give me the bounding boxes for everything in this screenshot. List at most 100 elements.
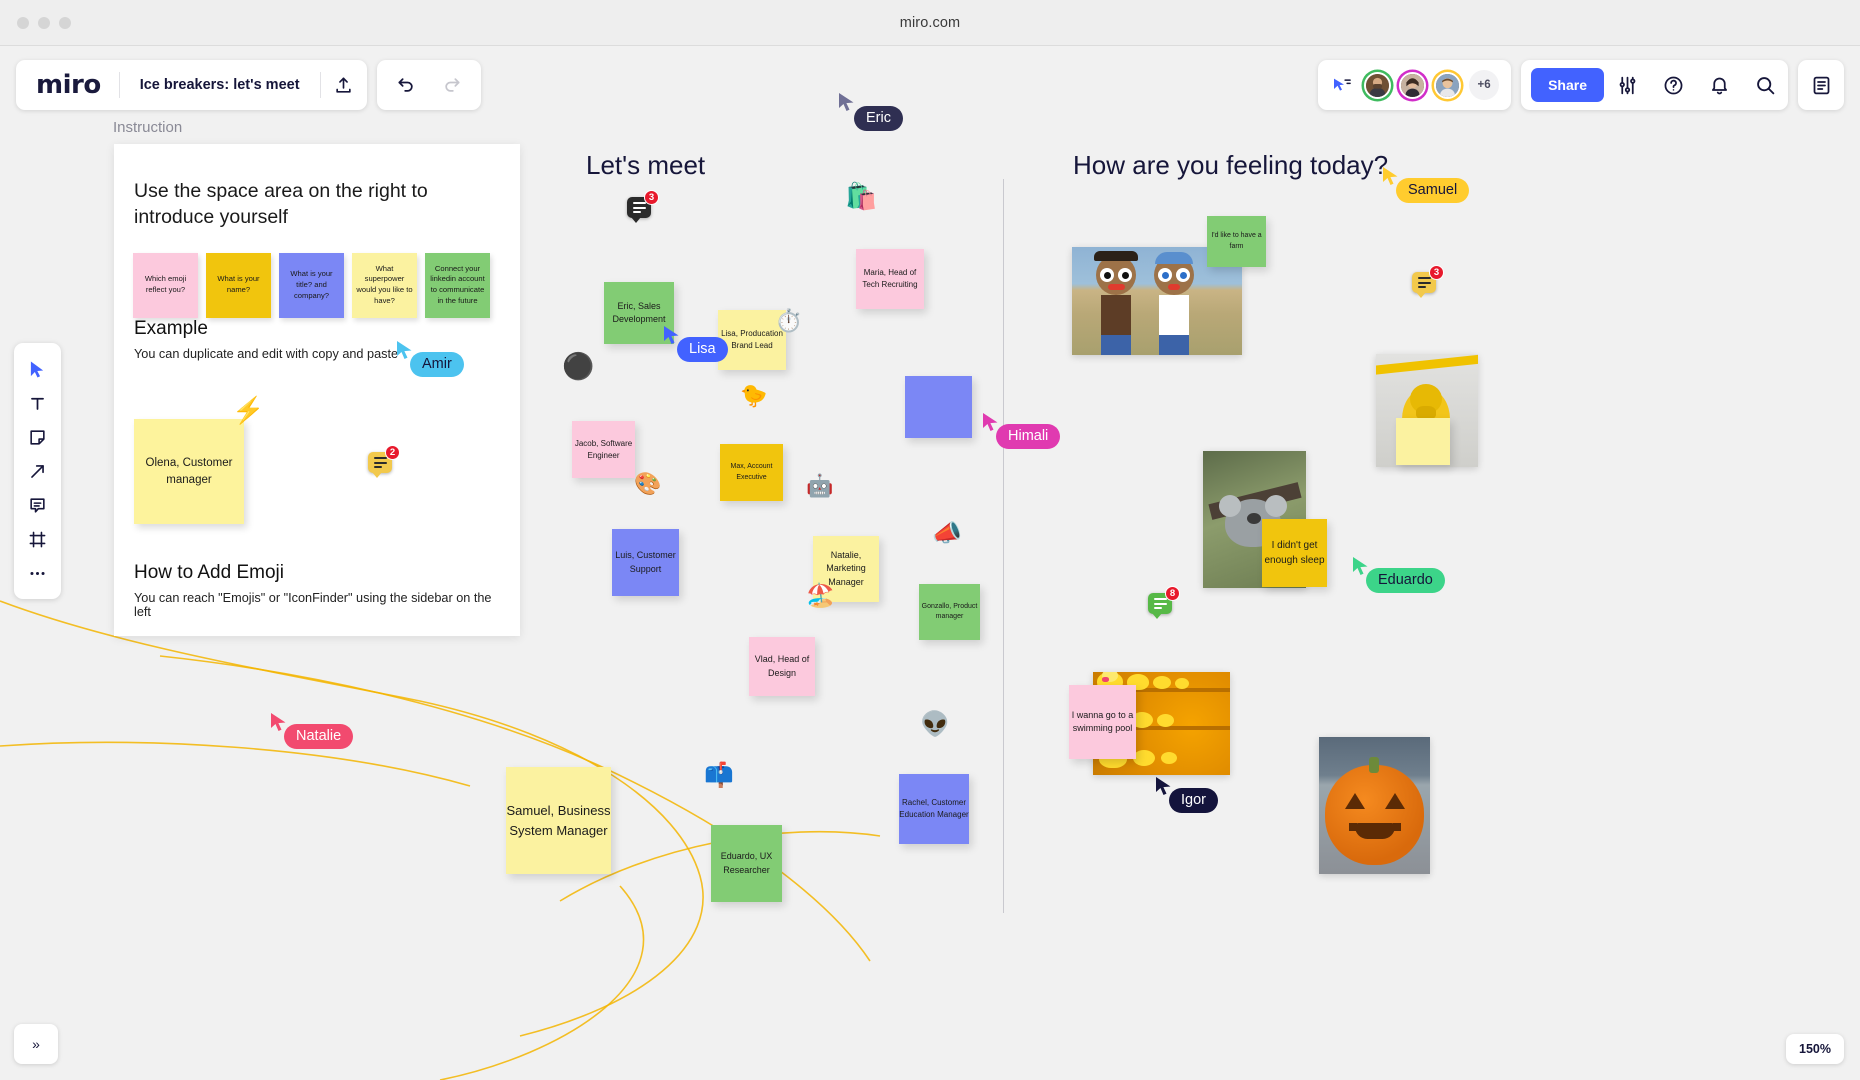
avatar-overflow-count[interactable]: +6 <box>1469 70 1500 100</box>
board-canvas[interactable]: miro Ice breakers: let's meet +6 Share I… <box>0 46 1860 1080</box>
note-gonzalo[interactable]: Gonzallo, Product manager <box>919 584 980 640</box>
note-farm[interactable]: I'd like to have a farm <box>1207 216 1266 267</box>
avatar[interactable] <box>1364 71 1392 99</box>
comment-icon[interactable] <box>14 488 61 522</box>
note-text: I wanna go to a swimming pool <box>1071 709 1134 734</box>
emoji-heading: How to Add Emoji <box>134 562 284 583</box>
instruction-frame[interactable]: Use the space area on the right to intro… <box>114 144 520 636</box>
section-title-lets-meet: Let's meet <box>586 150 706 180</box>
undo-icon[interactable] <box>383 60 429 110</box>
comment-bubble-3b[interactable]: 3 <box>1412 265 1444 298</box>
emoji-subtext: You can reach "Emojis" or "IconFinder" u… <box>134 591 492 619</box>
question-note[interactable]: Connect your linkedin account to communi… <box>425 252 490 318</box>
avatar-stack[interactable]: +6 <box>1318 70 1511 100</box>
text-icon[interactable] <box>14 386 61 420</box>
note-yellow-blank[interactable] <box>1396 418 1450 465</box>
cursor-lisa: Lisa <box>663 325 728 362</box>
note-text: I'd like to have a farm <box>1211 232 1262 250</box>
section-title-feeling: How are you feeling today? <box>1073 150 1389 180</box>
note-text: What superpower would you like to have? <box>356 263 413 305</box>
bell-icon[interactable] <box>1696 60 1742 110</box>
example-heading: Example <box>134 317 208 339</box>
zoom-level-indicator[interactable]: 150% <box>1786 1034 1844 1064</box>
note-text: Eduardo, UX Researcher <box>720 851 773 875</box>
cursor-label: Natalie <box>284 724 354 749</box>
note-text: What is your title? and company? <box>290 268 333 300</box>
cursor-label: Lisa <box>677 337 728 362</box>
note-eduardo[interactable]: Eduardo, UX Researcher <box>711 825 782 902</box>
sliders-icon[interactable] <box>1604 60 1650 110</box>
sticky-note-icon[interactable] <box>14 420 61 454</box>
note-text: Which emoji reflect you? <box>144 274 187 295</box>
frame-label-instruction[interactable]: Instruction <box>113 119 182 136</box>
cursor-label: Eduardo <box>1366 568 1445 593</box>
document-icon[interactable] <box>1798 60 1844 110</box>
note-pool[interactable]: I wanna go to a swimming pool <box>1069 685 1136 759</box>
note-vlad[interactable]: Vlad, Head of Design <box>749 637 815 696</box>
note-text: Jacob, Software Engineer <box>574 438 633 460</box>
browser-chrome: miro.com <box>0 0 1860 46</box>
alien-emoji: 👽 <box>920 711 950 738</box>
note-text: Vlad, Head of Design <box>754 654 810 678</box>
cursor-label: Himali <box>996 424 1061 449</box>
question-note[interactable]: Which emoji reflect you? <box>133 252 198 318</box>
left-toolbar <box>14 343 61 599</box>
note-max[interactable]: Max, Account Executive <box>720 444 783 501</box>
miro-logo[interactable]: miro <box>16 70 119 100</box>
arrow-icon[interactable] <box>14 454 61 488</box>
note-text: Olena, Customer manager <box>145 456 233 486</box>
comment-count: 8 <box>1165 586 1180 601</box>
search-icon[interactable] <box>1742 60 1788 110</box>
cursor-amir: Amir <box>396 340 464 377</box>
url-label: miro.com <box>899 14 961 31</box>
help-circle-icon[interactable] <box>1650 60 1696 110</box>
section-divider <box>1003 179 1004 913</box>
ellipsis-icon[interactable] <box>14 556 61 590</box>
cursor-himali: Himali <box>982 412 1061 449</box>
avatar[interactable] <box>1434 71 1462 99</box>
follow-cursor-icon[interactable] <box>1332 77 1352 93</box>
top-right-bar: +6 Share <box>1318 60 1844 110</box>
black-circle-emoji: ⚫ <box>562 351 595 381</box>
note-sleep[interactable]: I didn't get enough sleep <box>1262 519 1327 587</box>
cursor-igor: Igor <box>1155 776 1218 813</box>
note-text: Rachel, Customer Education Manager <box>899 798 969 819</box>
history-group <box>376 60 481 110</box>
note-luis[interactable]: Luis, Customer Support <box>612 529 679 596</box>
cursor-samuel: Samuel <box>1382 166 1470 203</box>
redo-icon[interactable] <box>429 60 475 110</box>
question-note[interactable]: What is your title? and company? <box>279 252 344 318</box>
beach-umbrella-emoji: 🏖️ <box>806 582 835 608</box>
note-maria[interactable]: Maria, Head of Tech Recruiting <box>856 249 924 309</box>
comment-bubble-3[interactable]: 3 <box>627 190 659 223</box>
cursor-eric: Eric <box>838 92 903 131</box>
note-text: I didn't get enough sleep <box>1264 540 1325 566</box>
note-text: Luis, Customer Support <box>615 550 676 574</box>
cursor-label: Igor <box>1169 788 1218 813</box>
baby-chick-emoji: 🐤 <box>740 383 768 408</box>
cursor-natalie: Natalie <box>270 712 354 749</box>
note-text: Samuel, Business System Manager <box>506 803 611 838</box>
image-pumpkin[interactable] <box>1319 737 1430 874</box>
avatar[interactable] <box>1399 71 1427 99</box>
notes-panel-group <box>1798 60 1844 110</box>
question-note[interactable]: What superpower would you like to have? <box>352 252 417 318</box>
cursor-icon[interactable] <box>14 352 61 386</box>
comment-bubble-8[interactable]: 8 <box>1148 586 1180 619</box>
share-button[interactable]: Share <box>1531 68 1604 102</box>
cursor-label: Amir <box>410 352 464 377</box>
expand-sidebar-button[interactable]: » <box>14 1024 58 1064</box>
cursor-label: Eric <box>854 106 903 131</box>
upload-icon[interactable] <box>321 60 367 110</box>
frame-icon[interactable] <box>14 522 61 556</box>
note-blue-empty[interactable] <box>905 376 972 438</box>
comment-bubble-2[interactable]: 2 <box>368 445 400 478</box>
note-olena[interactable]: Olena, Customer manager <box>134 419 244 524</box>
board-title[interactable]: Ice breakers: let's meet <box>120 77 320 93</box>
note-rachel[interactable]: Rachel, Customer Education Manager <box>899 774 969 844</box>
note-jacob[interactable]: Jacob, Software Engineer <box>572 421 635 478</box>
question-note[interactable]: What is your name? <box>206 252 271 318</box>
cursor-label: Samuel <box>1396 178 1470 203</box>
note-samuel[interactable]: Samuel, Business System Manager <box>506 767 611 874</box>
collaborators-group: +6 <box>1318 60 1512 110</box>
